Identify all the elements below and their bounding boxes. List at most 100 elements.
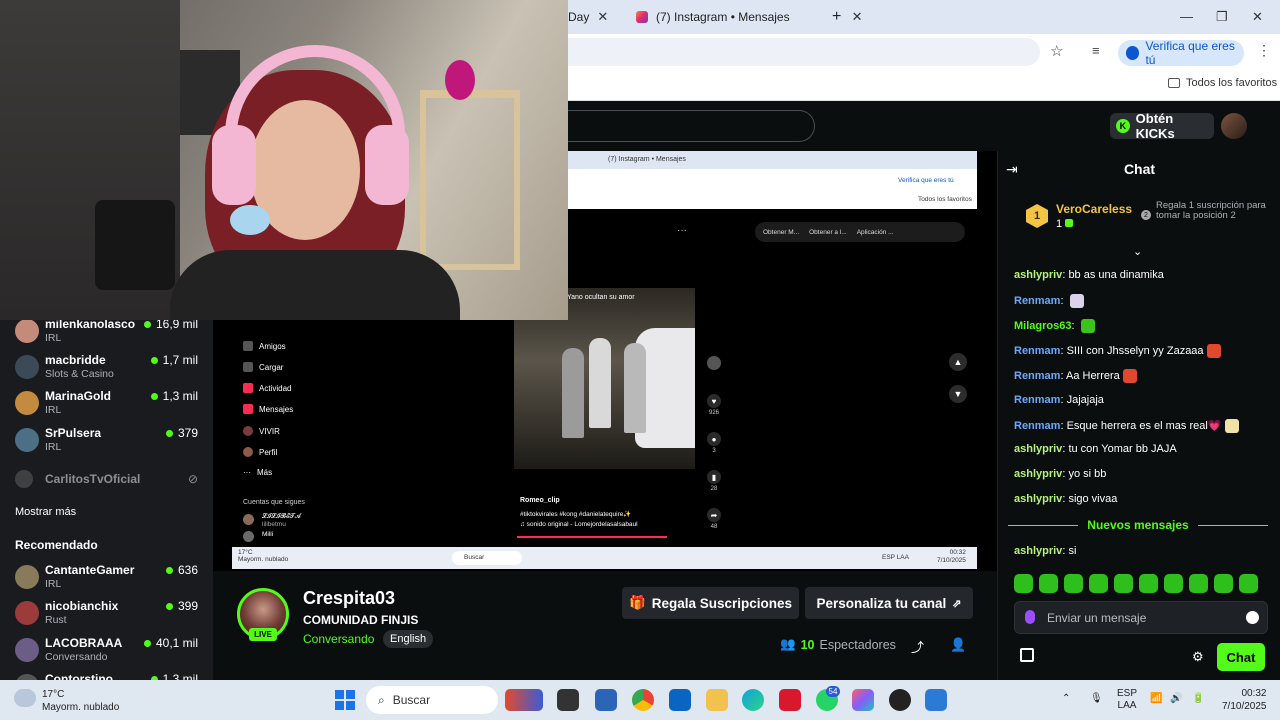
- gift-subscriptions-button[interactable]: 🎁 Regala Suscripciones: [622, 587, 799, 619]
- emote-icon[interactable]: [1189, 574, 1208, 593]
- outlook-icon[interactable]: [669, 689, 691, 711]
- emote-icon[interactable]: [1114, 574, 1133, 593]
- acrobat-icon[interactable]: [779, 689, 801, 711]
- new-messages-divider[interactable]: Nuevos mensajes: [1008, 518, 1268, 532]
- emote-icon[interactable]: [1064, 574, 1083, 593]
- person-shape: [624, 343, 646, 433]
- user-avatar[interactable]: [1221, 113, 1247, 139]
- friends-icon: [243, 341, 253, 351]
- start-button[interactable]: [335, 690, 355, 710]
- chat-username[interactable]: ashlypriv: [1014, 443, 1062, 455]
- shared-time: 00:32: [949, 549, 966, 556]
- maximize-icon[interactable]: ❐: [1216, 9, 1228, 25]
- channel-name: CantanteGamer: [45, 563, 135, 577]
- widgets-icon[interactable]: [505, 689, 543, 711]
- microphone-icon[interactable]: [1025, 610, 1035, 624]
- language-indicator[interactable]: ESP LAA: [1117, 688, 1137, 712]
- send-chat-button[interactable]: Chat: [1217, 643, 1265, 671]
- browser-tab[interactable]: Day ✕: [568, 6, 608, 28]
- channel-title[interactable]: Crespita03: [303, 588, 395, 609]
- verify-human-button[interactable]: Verifica que eres tú: [1118, 39, 1244, 67]
- emoji-icon[interactable]: [1246, 611, 1259, 624]
- battery-icon[interactable]: 🔋: [1192, 693, 1204, 704]
- chat-username[interactable]: ashlypriv: [1014, 545, 1062, 557]
- language-tag[interactable]: English: [383, 630, 434, 648]
- shared-clock: 00:32 7/10/2025: [937, 549, 966, 565]
- channel-name: nicobianchix: [45, 599, 119, 613]
- chat-username[interactable]: Milagros63: [1014, 320, 1071, 332]
- sidebar-channel[interactable]: SrPulsera IRL 379: [15, 426, 205, 460]
- gear-icon[interactable]: ⚙: [1192, 649, 1204, 665]
- playlist-icon[interactable]: ≡: [1092, 43, 1100, 58]
- tab-label: Day: [568, 10, 590, 24]
- chat-username[interactable]: Renmam: [1014, 370, 1060, 382]
- chat-username[interactable]: Renmam: [1014, 345, 1060, 357]
- customize-channel-button[interactable]: Personaliza tu canal ⇗: [805, 587, 973, 619]
- chat-input[interactable]: [1047, 602, 1237, 633]
- sidebar-channel[interactable]: MarinaGold IRL 1,3 mil: [15, 389, 205, 423]
- copilot-icon[interactable]: [852, 689, 874, 711]
- app-icon[interactable]: [925, 689, 947, 711]
- sidebar-channel-offline[interactable]: CarlitosTvOficial ⊘: [15, 470, 205, 504]
- avatar: [15, 355, 39, 379]
- sidebar-channel[interactable]: LACOBRAAA Conversando 40,1 mil: [15, 636, 205, 670]
- verify-label: Verifica que eres tú: [1145, 39, 1235, 67]
- sidebar-channel[interactable]: CantanteGamer IRL 636: [15, 563, 205, 597]
- emote-icon[interactable]: [1039, 574, 1058, 593]
- chat-text: si: [1068, 545, 1077, 557]
- task-view-icon[interactable]: [557, 689, 579, 711]
- browser-tab-instagram[interactable]: (7) Instagram • Mensajes ✕: [636, 6, 863, 28]
- stream-category[interactable]: Conversando: [303, 632, 374, 646]
- store-icon[interactable]: [1020, 648, 1034, 662]
- clock[interactable]: 00:32 7/10/2025: [1222, 687, 1267, 713]
- emote-icon[interactable]: [1139, 574, 1158, 593]
- app-icon[interactable]: [889, 689, 911, 711]
- get-kicks-button[interactable]: K Obtén KICKs: [1110, 111, 1214, 141]
- all-bookmarks-button[interactable]: Todos los favoritos: [1168, 77, 1277, 89]
- emote-icon[interactable]: [1214, 574, 1233, 593]
- chat-message: Milagros63:: [1014, 319, 1095, 333]
- viewer-count: 16,9 mil: [143, 320, 198, 331]
- chat-username[interactable]: Renmam: [1014, 295, 1060, 307]
- sidebar-channel[interactable]: Contorstino 1,3 mil: [15, 672, 205, 680]
- wifi-icon[interactable]: 📶: [1150, 693, 1162, 704]
- close-window-icon[interactable]: ✕: [1252, 9, 1263, 25]
- close-tab-icon[interactable]: ✕: [597, 9, 608, 25]
- emote-icon[interactable]: [1014, 574, 1033, 593]
- close-tab-icon[interactable]: ✕: [852, 9, 863, 25]
- chevron-down-icon[interactable]: ⌄: [1133, 245, 1142, 258]
- chat-text: Jajajaja: [1066, 394, 1104, 406]
- volume-icon[interactable]: 🔊: [1170, 693, 1182, 704]
- new-tab-button[interactable]: +: [832, 6, 841, 28]
- chat-username[interactable]: Renmam: [1014, 394, 1060, 406]
- chat-username[interactable]: Renmam: [1014, 420, 1060, 432]
- more-menu-icon[interactable]: ⋮: [1257, 42, 1271, 59]
- sidebar-channel[interactable]: milenkanolasco IRL 16,9 mil: [15, 320, 205, 351]
- search-input[interactable]: [568, 110, 815, 142]
- leaderboard-user[interactable]: VeroCareless: [1056, 202, 1132, 216]
- sidebar-channel[interactable]: macbridde Slots & Casino 1,7 mil: [15, 353, 205, 387]
- microphone-icon[interactable]: 🎙: [1090, 693, 1103, 704]
- taskbar-search[interactable]: ⌕ Buscar: [366, 686, 498, 714]
- chat-username[interactable]: ashlypriv: [1014, 269, 1062, 281]
- minimize-icon[interactable]: —: [1180, 9, 1193, 24]
- emote-icon[interactable]: [1239, 574, 1258, 593]
- chrome-icon[interactable]: [632, 689, 654, 711]
- share-icon[interactable]: ⤴: [911, 637, 924, 656]
- follow-user-icon[interactable]: 👤: [950, 637, 966, 653]
- emote-icon[interactable]: [1089, 574, 1108, 593]
- emote-icon[interactable]: [1164, 574, 1183, 593]
- show-more-link[interactable]: Mostrar más: [15, 506, 76, 518]
- chat-username[interactable]: ashlypriv: [1014, 493, 1062, 505]
- jacket-shape: [170, 250, 460, 320]
- edge-icon[interactable]: [742, 689, 764, 711]
- chevron-up-icon[interactable]: ⌃: [1062, 693, 1070, 704]
- viewer-count: 399: [165, 599, 198, 613]
- search-icon: ⌕: [378, 692, 385, 707]
- star-icon[interactable]: ☆: [1050, 42, 1063, 60]
- file-explorer-icon[interactable]: [706, 689, 728, 711]
- clip-caption: Yano ocultan su amor: [567, 294, 635, 301]
- sidebar-channel[interactable]: nicobianchix Rust 399: [15, 599, 205, 633]
- app-icon[interactable]: [595, 689, 617, 711]
- chat-username[interactable]: ashlypriv: [1014, 468, 1062, 480]
